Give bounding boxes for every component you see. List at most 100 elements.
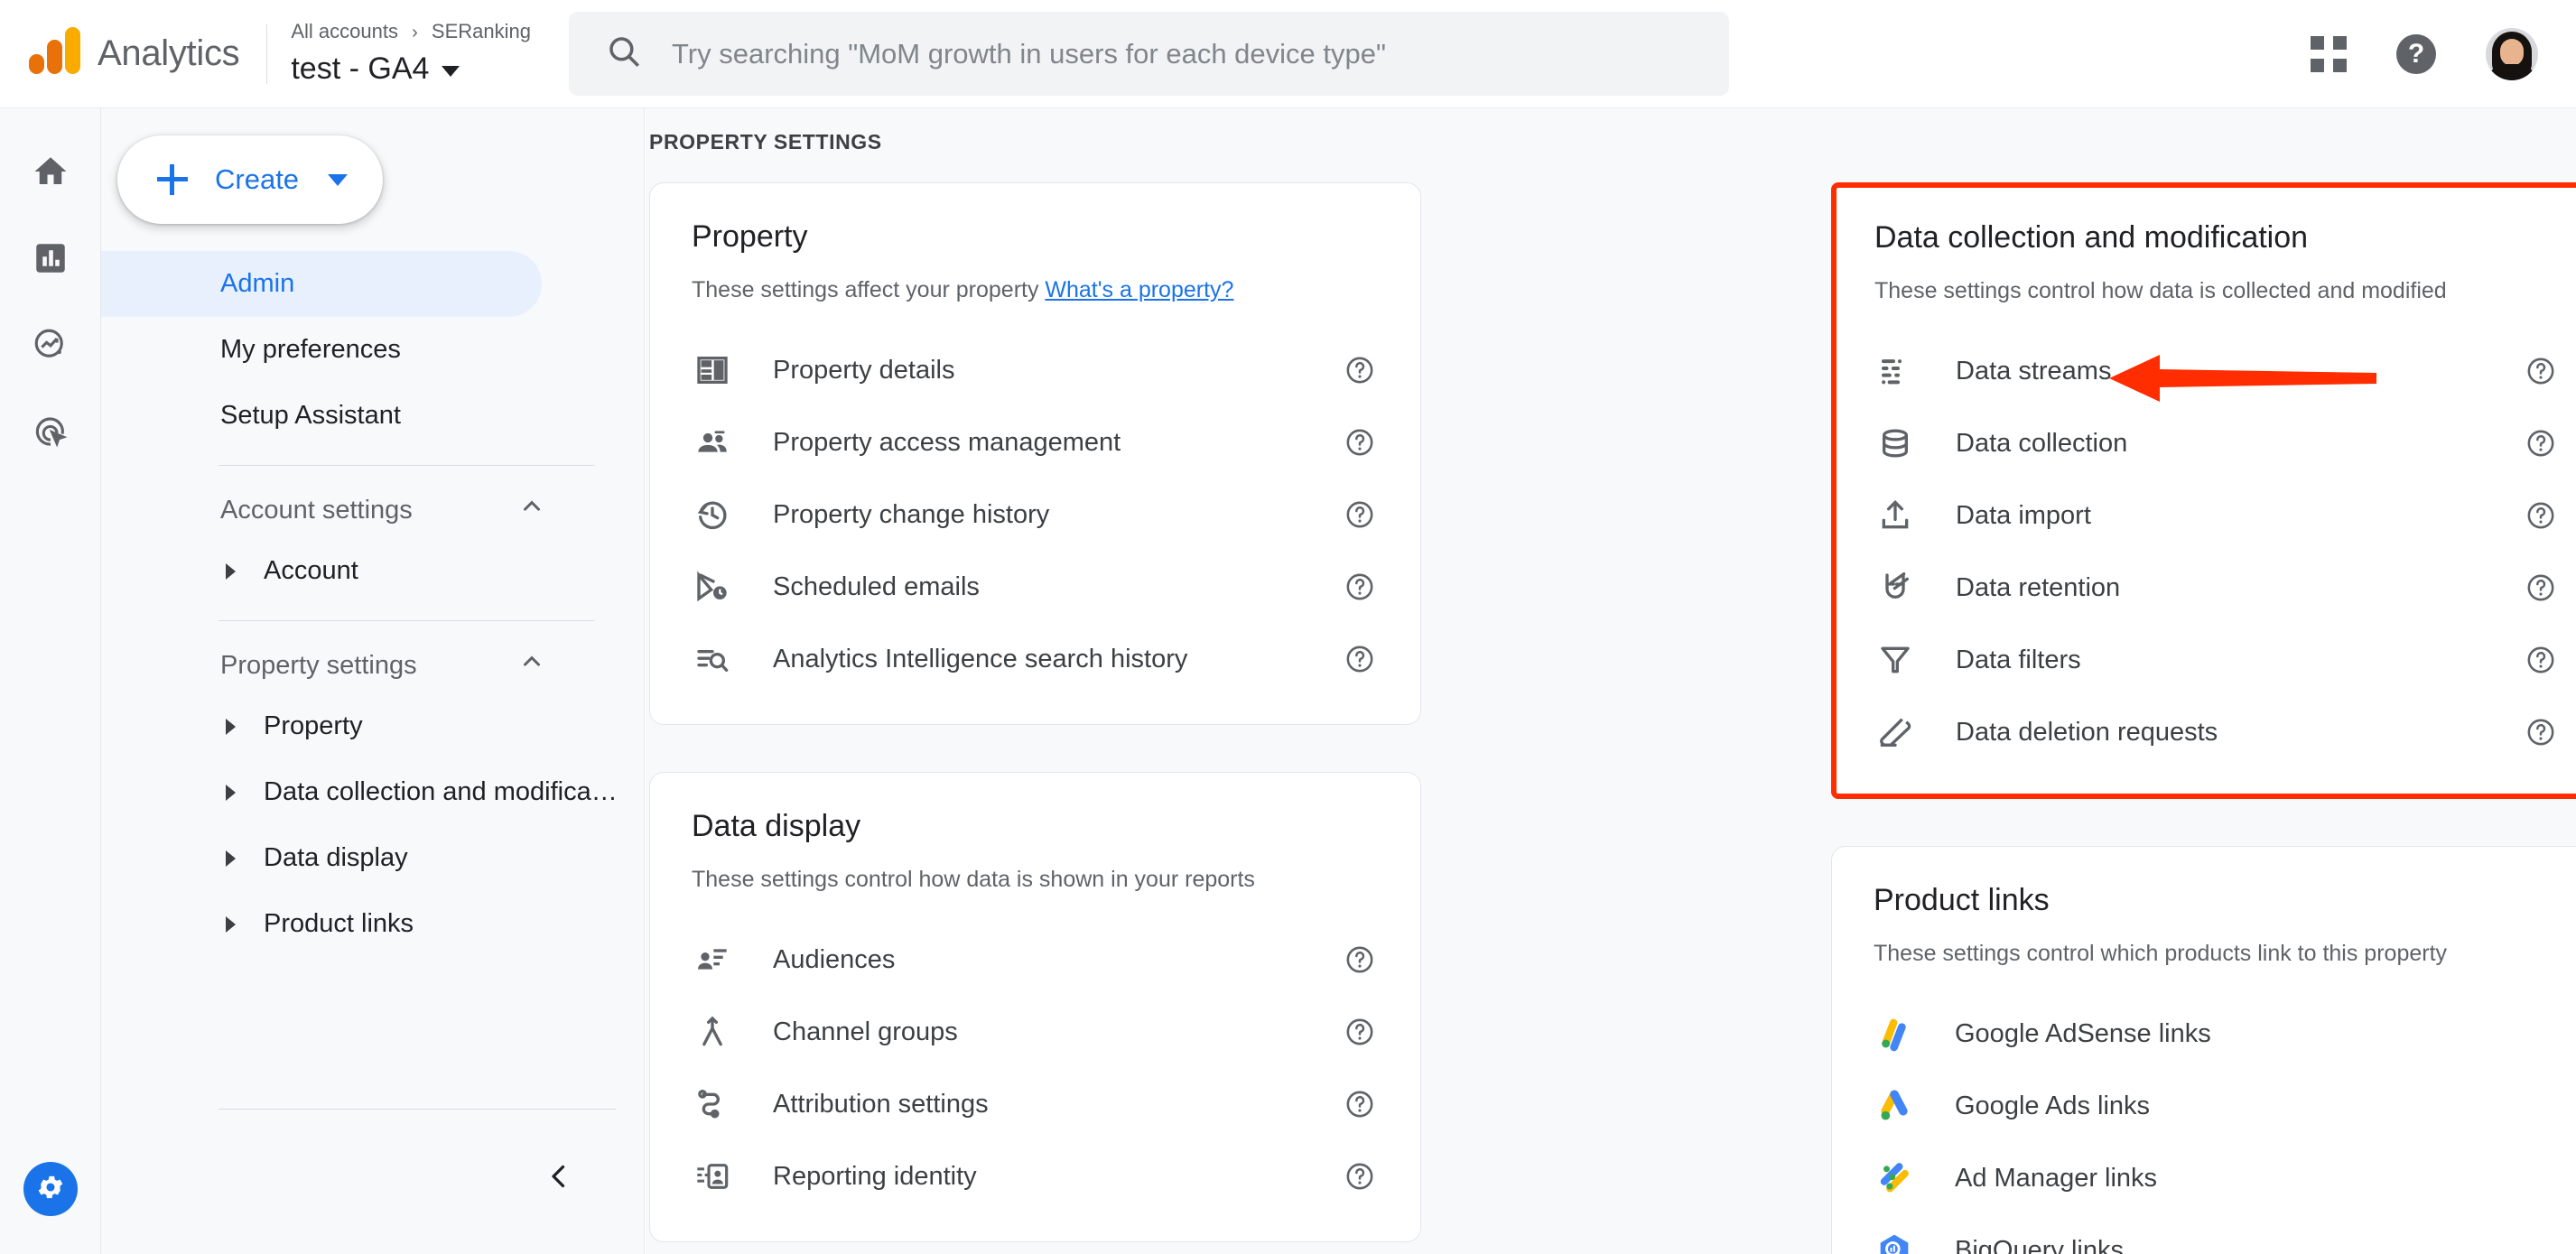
channel-groups-icon <box>692 1011 733 1053</box>
help-outline-icon[interactable] <box>1344 1089 1375 1119</box>
sidebar-group-property-settings[interactable]: Property settings <box>101 637 645 693</box>
row-bigquery-links[interactable]: BigQuery links <box>1874 1214 2561 1254</box>
card-rows: Google AdSense links Google Ads links Ad… <box>1874 998 2561 1254</box>
sidebar-item-property[interactable]: Property <box>101 693 645 759</box>
row-analytics-intelligence-search-history[interactable]: Analytics Intelligence search history <box>692 623 1379 695</box>
row-attribution-settings[interactable]: Attribution settings <box>692 1068 1379 1140</box>
arrow-right-icon <box>226 915 236 933</box>
collapse-sidebar-button[interactable] <box>535 1155 582 1202</box>
row-google-adsense-links[interactable]: Google AdSense links <box>1874 998 2561 1070</box>
rail-item-advertising[interactable] <box>23 406 78 460</box>
sidebar-item-account[interactable]: Account <box>101 538 645 604</box>
row-label: Audiences <box>773 944 896 974</box>
row-label: Data import <box>1956 500 2091 530</box>
help-outline-icon[interactable] <box>1344 427 1375 458</box>
sidebar-item-data-display[interactable]: Data display <box>101 825 645 891</box>
row-data-retention[interactable]: Data retention <box>1874 552 2560 624</box>
sidebar-item-setup-assistant[interactable]: Setup Assistant <box>101 383 645 449</box>
page-title: PROPERTY SETTINGS <box>649 130 882 153</box>
sidebar-group-account-settings[interactable]: Account settings <box>101 482 645 538</box>
search-input[interactable]: Try searching "MoM growth in users for e… <box>568 12 1729 96</box>
chevron-up-icon[interactable] <box>518 648 545 683</box>
rail-item-home[interactable] <box>23 146 78 200</box>
row-audiences[interactable]: Audiences <box>692 924 1379 996</box>
brand-name: Analytics <box>98 33 240 73</box>
row-property-change-history[interactable]: Property change history <box>692 478 1379 551</box>
chevron-left-icon <box>543 1160 575 1197</box>
whats-a-property-link[interactable]: What's a property? <box>1045 277 1233 302</box>
reporting-identity-icon <box>692 1156 733 1197</box>
magnet-icon <box>1874 567 1916 608</box>
explore-icon <box>32 326 70 368</box>
row-property-access-management[interactable]: Property access management <box>692 406 1379 478</box>
header-actions: ? <box>2311 27 2538 80</box>
row-label: Data streams <box>1956 356 2112 385</box>
row-label: Data retention <box>1956 572 2121 602</box>
help-outline-icon[interactable] <box>1344 499 1375 530</box>
breadcrumb[interactable]: All accounts › SERanking <box>291 18 531 46</box>
row-label: Channel groups <box>773 1017 958 1046</box>
chevron-up-icon[interactable] <box>518 493 545 527</box>
help-outline-icon[interactable] <box>2525 500 2556 531</box>
create-button[interactable]: Create <box>117 135 383 224</box>
help-outline-icon[interactable] <box>2525 356 2556 386</box>
breadcrumb-sub[interactable]: SERanking <box>432 20 531 42</box>
row-data-collection[interactable]: Data collection <box>1874 407 2560 479</box>
rail-item-explore[interactable] <box>23 320 78 374</box>
apps-grid-icon[interactable] <box>2311 35 2347 72</box>
property-name: test - GA4 <box>291 51 430 86</box>
help-outline-icon[interactable] <box>2525 572 2556 603</box>
card-subtitle: These settings affect your property What… <box>692 274 1379 305</box>
help-outline-icon[interactable] <box>1344 355 1375 385</box>
row-ad-manager-links[interactable]: Ad Manager links <box>1874 1142 2561 1214</box>
row-channel-groups[interactable]: Channel groups <box>692 996 1379 1068</box>
account-property-selector[interactable]: All accounts › SERanking test - GA4 <box>291 18 531 89</box>
avatar[interactable] <box>2486 27 2538 80</box>
google-analytics-logo[interactable] <box>27 26 80 79</box>
sidebar-item-label: Product links <box>264 909 414 938</box>
upload-icon <box>1874 495 1916 536</box>
sidebar-item-label: Admin <box>220 269 295 298</box>
create-button-label: Create <box>215 163 300 195</box>
sidebar-item-label: Data display <box>264 843 408 872</box>
header-divider <box>266 23 268 84</box>
help-outline-icon[interactable] <box>1344 1017 1375 1047</box>
sidebar-group-label: Account settings <box>220 495 413 525</box>
eraser-icon <box>1874 711 1916 753</box>
row-reporting-identity[interactable]: Reporting identity <box>692 1140 1379 1212</box>
help-outline-icon[interactable] <box>1344 571 1375 602</box>
help-outline-icon[interactable] <box>2525 645 2556 675</box>
left-column: Property These settings affect your prop… <box>649 182 1421 1254</box>
sidebar-item-my-preferences[interactable]: My preferences <box>101 317 645 383</box>
sidebar-item-product-links[interactable]: Product links <box>101 891 645 957</box>
row-label: BigQuery links <box>1955 1235 2124 1254</box>
help-outline-icon[interactable] <box>2525 717 2556 748</box>
row-label: Property change history <box>773 499 1050 529</box>
row-google-ads-links[interactable]: Google Ads links <box>1874 1070 2561 1142</box>
row-property-details[interactable]: Property details <box>692 334 1379 406</box>
rail-item-reports[interactable] <box>23 233 78 287</box>
arrow-right-icon <box>226 850 236 867</box>
help-outline-icon[interactable] <box>1344 944 1375 975</box>
row-data-filters[interactable]: Data filters <box>1874 624 2560 696</box>
help-outline-icon[interactable] <box>1344 1161 1375 1192</box>
row-label: Analytics Intelligence search history <box>773 644 1188 673</box>
help-icon[interactable]: ? <box>2396 33 2436 74</box>
breadcrumb-account[interactable]: All accounts <box>291 20 398 42</box>
filter-icon <box>1874 639 1916 681</box>
row-scheduled-emails[interactable]: Scheduled emails <box>692 551 1379 623</box>
row-data-import[interactable]: Data import <box>1874 479 2560 552</box>
row-label: Attribution settings <box>773 1089 989 1119</box>
sidebar-item-data-collection-and-modification[interactable]: Data collection and modifica… <box>101 759 645 825</box>
help-outline-icon[interactable] <box>1344 644 1375 674</box>
attribution-icon <box>692 1083 733 1125</box>
sidebar-item-admin[interactable]: Admin <box>101 251 542 317</box>
row-data-deletion-requests[interactable]: Data deletion requests <box>1874 696 2560 768</box>
settings-fab-button[interactable] <box>23 1162 78 1216</box>
row-data-streams[interactable]: Data streams <box>1874 335 2560 407</box>
row-label: Google Ads links <box>1955 1091 2151 1120</box>
admin-main-content: PROPERTY SETTINGS Property These setting… <box>646 108 2576 1254</box>
help-outline-icon[interactable] <box>2525 428 2556 459</box>
property-selector[interactable]: test - GA4 <box>291 48 531 89</box>
card-subtitle-text: These settings affect your property <box>692 277 1046 302</box>
